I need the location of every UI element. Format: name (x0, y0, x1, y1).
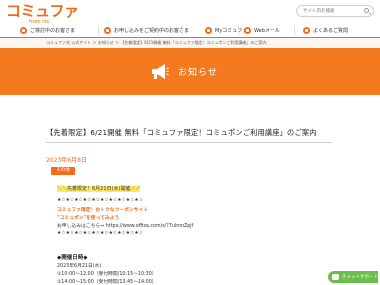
nav-label: ご検討中のお客さま (30, 28, 76, 34)
promo-line: "コミュポン"を使ってみよう (57, 216, 120, 221)
title-divider (46, 142, 332, 143)
schedule-slot: ②14:00～15:00（受付時間/13:45～14:00） (57, 280, 157, 285)
schedule-heading: ◆開催日時◆ (57, 255, 88, 261)
chat-support-button[interactable]: チャットサポート (328, 271, 378, 283)
nav-faq[interactable]: よくあるご質問 (303, 24, 348, 37)
user-icon (20, 27, 27, 34)
highlight-text: ＼＼先着限定！6月21日(水)開催／／ (57, 186, 141, 192)
nav-label: Myコミュファ (215, 28, 248, 34)
megaphone-icon (152, 64, 169, 79)
nav-label: よくあるご質問 (313, 28, 349, 34)
nav-divider (182, 26, 183, 35)
chat-icon (332, 274, 339, 280)
contract-icon (104, 27, 111, 34)
promo-line: コミュファ限定！おトクなクーポンサイト (57, 208, 149, 213)
nav-prospective-customers[interactable]: ご検討中のお客さま (20, 24, 75, 37)
search-icon[interactable] (364, 8, 369, 13)
mail-icon (244, 27, 251, 34)
page-banner: お知らせ (0, 48, 380, 95)
category-badge: その他 (51, 167, 75, 175)
nav-label: Webメール (254, 28, 280, 34)
schedule-slot: ①10:00～12:00（受付時間/10:15～10:30） (57, 272, 157, 277)
question-icon (303, 27, 310, 34)
stars-line: ★☆★☆★☆★☆★☆★☆★☆★☆★☆★☆ (57, 198, 144, 203)
apply-link[interactable]: お申し込みはこちら⇒ https://www.offiza.com/s/?7ul… (57, 222, 193, 229)
chat-label: チャットサポート (342, 275, 378, 280)
stars-line: ★☆★☆★☆★☆★☆★☆★☆★☆★☆★☆ (57, 231, 144, 236)
banner-heading: お知らせ (150, 63, 218, 80)
nav-divider (294, 26, 295, 35)
breadcrumb-bar: コミュファ光 公式サイト ＞ お知らせ ＞ 【先着限定】6/21開催 無料「コミ… (0, 37, 380, 48)
highlight-line: ＼＼先着限定！6月21日(水)開催／／ (57, 185, 141, 192)
logo[interactable]: コミュファ (6, 3, 79, 19)
site-header: コミュファ from ctc ご検討中のお客さま お申し込みをご契約中のお客さま… (0, 0, 380, 42)
global-nav: ご検討中のお客さま お申し込みをご契約中のお客さま Myコミュファ Webメール… (0, 24, 380, 37)
search-box[interactable] (296, 5, 374, 17)
nav-webmail[interactable]: Webメール (244, 24, 280, 37)
nav-label: お申し込みをご契約中のお客さま (114, 28, 190, 34)
my-icon (205, 27, 212, 34)
nav-divider (98, 26, 99, 35)
nav-contract-customers[interactable]: お申し込みをご契約中のお客さま (104, 24, 189, 37)
search-input[interactable] (303, 7, 363, 16)
breadcrumb[interactable]: コミュファ光 公式サイト ＞ お知らせ ＞ 【先着限定】6/21開催 無料「コミ… (46, 40, 267, 46)
article-date: 2023年6月8日 (46, 157, 87, 164)
schedule-date: 2023年6月21日(水) (57, 264, 102, 269)
nav-divider (238, 26, 239, 35)
nav-my-commufa[interactable]: Myコミュファ (205, 24, 247, 37)
article-title: 【先着限定】6/21開催 無料「コミュファ限定！コミュポンご利用講座」のご案内 (46, 128, 317, 137)
page-title: お知らせ (178, 68, 218, 78)
